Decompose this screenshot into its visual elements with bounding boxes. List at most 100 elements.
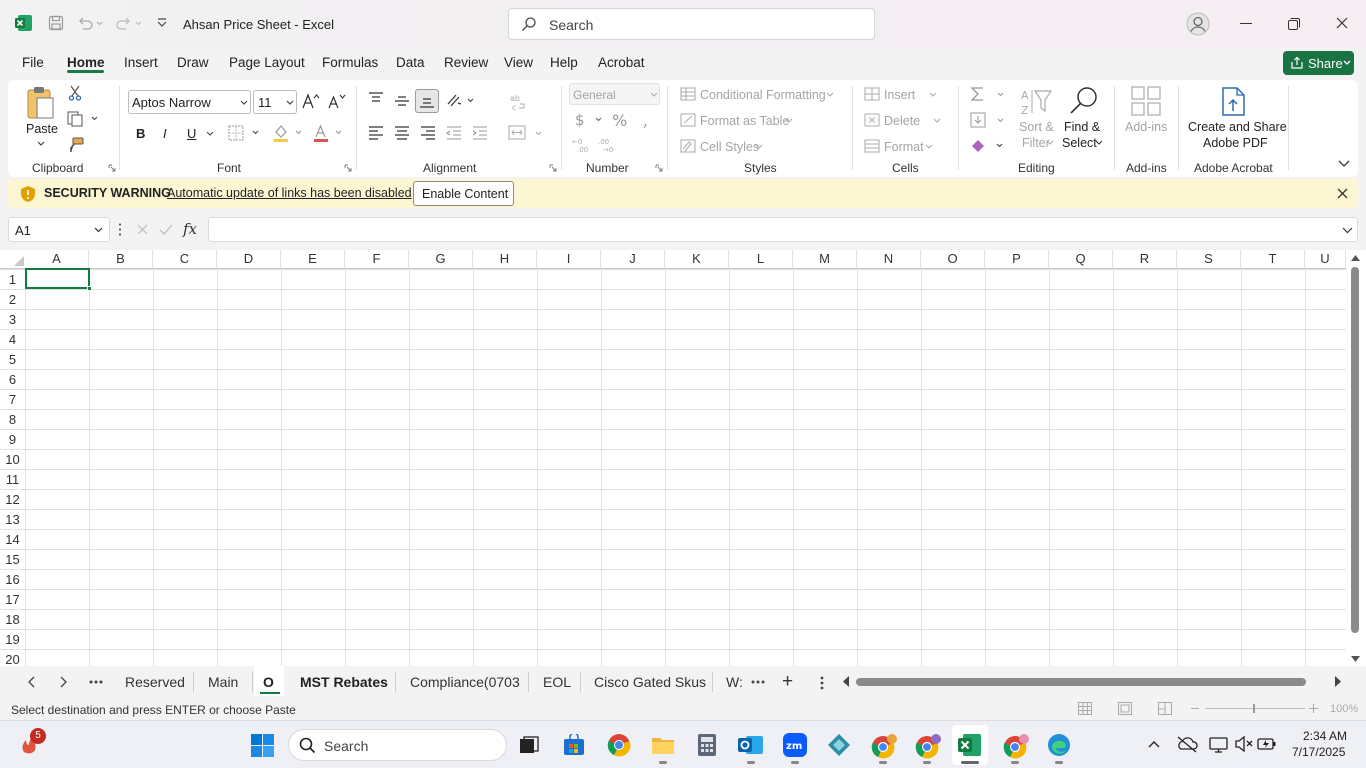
- column-header-l[interactable]: L: [729, 250, 793, 268]
- column-header-n[interactable]: N: [857, 250, 921, 268]
- add-ins-icon[interactable]: [1131, 86, 1161, 116]
- copy-icon[interactable]: [67, 111, 97, 127]
- increase-decimal-icon[interactable]: ←0.00: [572, 137, 592, 153]
- column-header-u[interactable]: U: [1305, 250, 1346, 268]
- font-name-select[interactable]: Aptos Narrow: [128, 90, 251, 114]
- taskbar-search[interactable]: Search: [288, 729, 507, 761]
- onedrive-icon[interactable]: [1176, 735, 1198, 753]
- chrome-profile-icon[interactable]: [915, 733, 943, 759]
- share-button[interactable]: Share: [1283, 51, 1354, 75]
- cancel-entry-icon[interactable]: [136, 223, 149, 236]
- formula-bar[interactable]: [208, 217, 1358, 242]
- clock-time[interactable]: 2:34 AM: [1303, 729, 1347, 743]
- row-header-17[interactable]: 17: [0, 589, 25, 609]
- restore-icon[interactable]: [1288, 18, 1300, 30]
- align-bottom-icon[interactable]: [415, 89, 439, 113]
- row-header-8[interactable]: 8: [0, 409, 25, 429]
- tab-review[interactable]: Review: [444, 55, 488, 70]
- dialog-launcher-icon[interactable]: [655, 164, 663, 172]
- chrome-icon[interactable]: [607, 733, 631, 757]
- number-format-select[interactable]: General: [569, 83, 660, 105]
- row-header-14[interactable]: 14: [0, 529, 25, 549]
- normal-view-icon[interactable]: [1078, 702, 1092, 715]
- sort-filter-icon[interactable]: AZ: [1021, 87, 1053, 117]
- show-hidden-icons-icon[interactable]: [1148, 740, 1160, 748]
- sheet-tab-eol[interactable]: EOL: [543, 674, 571, 690]
- italic-button[interactable]: I: [163, 126, 167, 141]
- wrap-text-icon[interactable]: ab c: [510, 93, 526, 111]
- create-pdf-label-1[interactable]: Create and Share: [1188, 120, 1287, 134]
- close-icon[interactable]: [1337, 188, 1348, 199]
- insert-cells-button[interactable]: Insert: [884, 88, 915, 102]
- column-header-k[interactable]: K: [665, 250, 729, 268]
- zoom-app-icon[interactable]: zm: [783, 733, 807, 757]
- previous-sheet-icon[interactable]: [27, 676, 35, 688]
- sheet-tab-main[interactable]: Main: [208, 674, 238, 690]
- more-options-icon[interactable]: [119, 222, 121, 236]
- column-header-o[interactable]: O: [921, 250, 985, 268]
- column-header-t[interactable]: T: [1241, 250, 1305, 268]
- tab-view[interactable]: View: [504, 55, 533, 70]
- increase-indent-icon[interactable]: [472, 126, 488, 140]
- column-header-p[interactable]: P: [985, 250, 1049, 268]
- create-pdf-label-2[interactable]: Adobe PDF: [1203, 136, 1268, 150]
- fill-color-icon[interactable]: [273, 124, 303, 142]
- row-header-6[interactable]: 6: [0, 369, 25, 389]
- more-sheets-icon[interactable]: [751, 680, 765, 684]
- format-painter-icon[interactable]: [68, 137, 84, 153]
- align-center-icon[interactable]: [394, 126, 410, 140]
- horizontal-scroll-thumb[interactable]: [856, 678, 1306, 686]
- delete-cells-icon[interactable]: [864, 113, 880, 127]
- merge-center-icon[interactable]: [508, 125, 544, 141]
- align-top-icon[interactable]: [368, 92, 384, 106]
- font-color-icon[interactable]: [313, 124, 343, 142]
- align-left-icon[interactable]: [368, 126, 384, 140]
- find-select-label-1[interactable]: Find &: [1064, 120, 1100, 134]
- confirm-entry-icon[interactable]: [159, 223, 173, 236]
- dialog-launcher-icon[interactable]: [108, 164, 116, 172]
- conditional-formatting-icon[interactable]: [680, 87, 696, 101]
- row-header-10[interactable]: 10: [0, 449, 25, 469]
- tab-split-handle[interactable]: [820, 676, 824, 690]
- column-header-m[interactable]: M: [793, 250, 857, 268]
- row-header-7[interactable]: 7: [0, 389, 25, 409]
- decrease-decimal-icon[interactable]: .00 →0: [598, 137, 618, 153]
- row-header-3[interactable]: 3: [0, 309, 25, 329]
- undo-icon[interactable]: [77, 15, 103, 31]
- row-header-11[interactable]: 11: [0, 469, 25, 489]
- task-view-icon[interactable]: [519, 736, 539, 754]
- column-header-h[interactable]: H: [473, 250, 537, 268]
- vertical-scroll-thumb[interactable]: [1351, 267, 1359, 633]
- format-cells-button[interactable]: Format: [884, 140, 924, 154]
- tab-formulas[interactable]: Formulas: [322, 55, 378, 70]
- cut-icon[interactable]: [68, 85, 82, 101]
- increase-font-size-icon[interactable]: [302, 92, 320, 110]
- column-header-r[interactable]: R: [1113, 250, 1177, 268]
- column-header-d[interactable]: D: [217, 250, 281, 268]
- tab-insert[interactable]: Insert: [124, 55, 158, 70]
- page-break-view-icon[interactable]: [1158, 702, 1172, 715]
- format-cells-icon[interactable]: [864, 139, 880, 153]
- sheet-tab-mst-rebates[interactable]: MST Rebates: [300, 674, 388, 690]
- dialog-launcher-icon[interactable]: [344, 164, 352, 172]
- tab-page-layout[interactable]: Page Layout: [229, 55, 305, 70]
- paste-button[interactable]: Paste: [26, 122, 58, 136]
- file-explorer-icon[interactable]: [651, 735, 675, 755]
- microsoft-store-icon[interactable]: [563, 734, 585, 756]
- row-header-5[interactable]: 5: [0, 349, 25, 369]
- delete-cells-button[interactable]: Delete: [884, 114, 920, 128]
- zoom-slider[interactable]: [1205, 708, 1305, 709]
- tab-acrobat[interactable]: Acrobat: [598, 55, 645, 70]
- account-icon[interactable]: [1186, 12, 1210, 36]
- row-header-16[interactable]: 16: [0, 569, 25, 589]
- enable-content-button[interactable]: Enable Content: [413, 181, 514, 206]
- add-ins-button[interactable]: Add-ins: [1125, 120, 1167, 134]
- more-sheets-icon[interactable]: [89, 680, 103, 684]
- minimize-icon[interactable]: [1240, 23, 1252, 24]
- row-header-1[interactable]: 1: [0, 269, 25, 289]
- fill-icon[interactable]: [970, 112, 1008, 128]
- search-box[interactable]: Search: [508, 8, 875, 40]
- percent-style-icon[interactable]: %: [612, 111, 630, 129]
- security-warning-link[interactable]: Automatic update of links has been disab…: [167, 186, 412, 200]
- active-cell-A1[interactable]: [25, 268, 90, 289]
